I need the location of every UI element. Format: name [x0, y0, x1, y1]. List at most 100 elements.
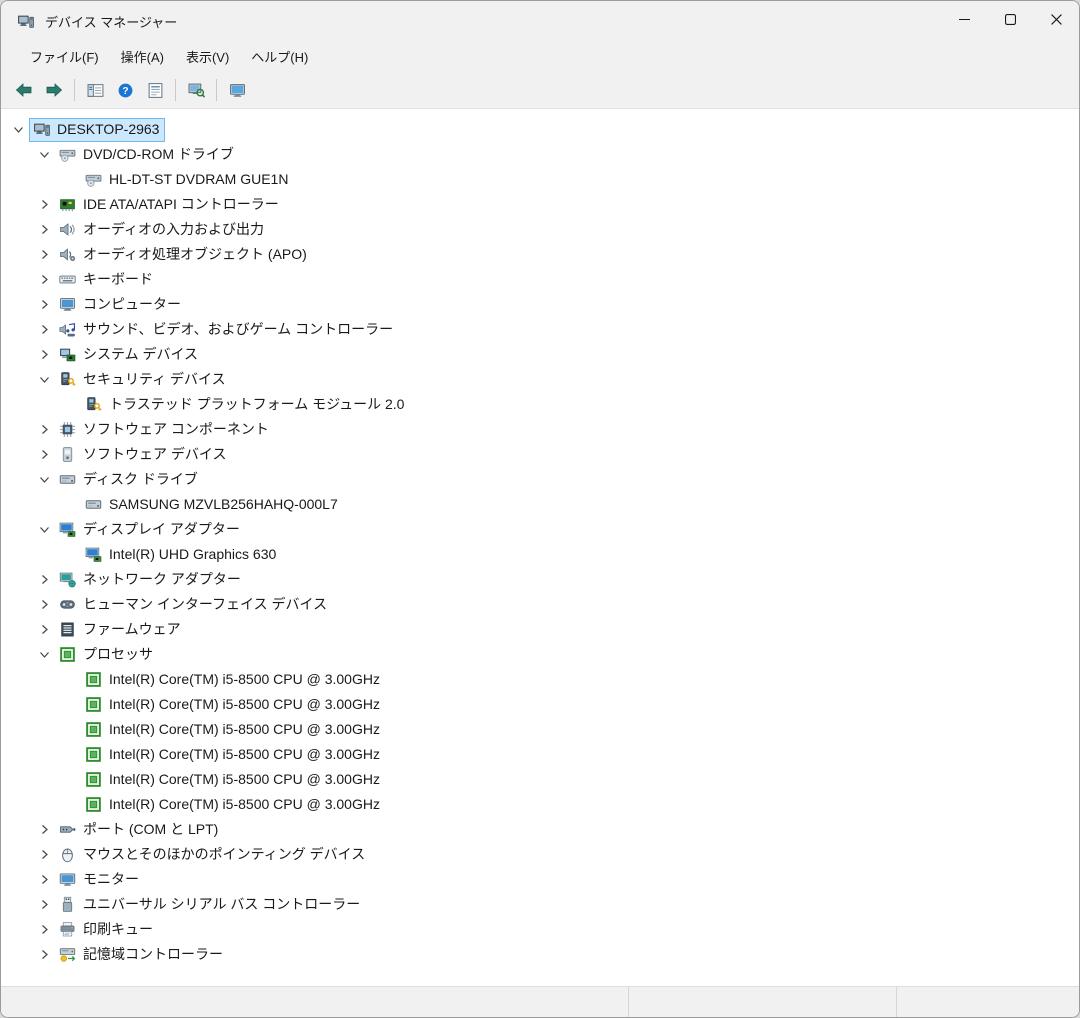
tree-node-content[interactable]: マウスとそのほかのポインティング デバイス — [55, 843, 371, 867]
tree-node-content[interactable]: ファームウェア — [55, 618, 187, 642]
tree-node-content[interactable]: トラステッド プラットフォーム モジュール 2.0 — [81, 393, 410, 417]
tree-node-row[interactable]: プロセッサ — [1, 642, 1079, 667]
tree-node-content[interactable]: ヒューマン インターフェイス デバイス — [55, 593, 333, 617]
tree-node-row[interactable]: Intel(R) Core(TM) i5-8500 CPU @ 3.00GHz — [1, 717, 1079, 742]
chevron-right-icon[interactable] — [33, 317, 55, 342]
tree-node-row[interactable]: DESKTOP-2963 — [1, 117, 1079, 142]
tree-node-content[interactable]: キーボード — [55, 268, 159, 292]
back-arrow-button[interactable] — [9, 76, 39, 104]
tree-node-content[interactable]: ネットワーク アダプター — [55, 568, 247, 592]
scan-hardware-button[interactable] — [181, 76, 211, 104]
tree-node-row[interactable]: オーディオの入力および出力 — [1, 217, 1079, 242]
tree-node-content[interactable]: SAMSUNG MZVLB256HAHQ-000L7 — [81, 493, 344, 517]
tree-node-row[interactable]: 記憶域コントローラー — [1, 942, 1079, 967]
tree-node-row[interactable]: ヒューマン インターフェイス デバイス — [1, 592, 1079, 617]
chevron-down-icon[interactable] — [33, 367, 55, 392]
chevron-right-icon[interactable] — [33, 617, 55, 642]
tree-node-row[interactable]: Intel(R) Core(TM) i5-8500 CPU @ 3.00GHz — [1, 742, 1079, 767]
chevron-right-icon[interactable] — [33, 892, 55, 917]
chevron-down-icon[interactable] — [33, 142, 55, 167]
tree-node-row[interactable]: HL-DT-ST DVDRAM GUE1N — [1, 167, 1079, 192]
tree-node-content[interactable]: Intel(R) UHD Graphics 630 — [81, 543, 282, 567]
chevron-right-icon[interactable] — [33, 217, 55, 242]
tree-node-content[interactable]: Intel(R) Core(TM) i5-8500 CPU @ 3.00GHz — [81, 793, 386, 817]
chevron-down-icon[interactable] — [33, 642, 55, 667]
tree-node-content[interactable]: DVD/CD-ROM ドライブ — [55, 143, 240, 167]
tree-node-row[interactable]: ソフトウェア デバイス — [1, 442, 1079, 467]
tree-node-row[interactable]: オーディオ処理オブジェクト (APO) — [1, 242, 1079, 267]
chevron-right-icon[interactable] — [33, 292, 55, 317]
tree-node-content[interactable]: オーディオ処理オブジェクト (APO) — [55, 243, 313, 267]
tree-node-row[interactable]: ソフトウェア コンポーネント — [1, 417, 1079, 442]
chevron-right-icon[interactable] — [33, 417, 55, 442]
tree-node-row[interactable]: 印刷キュー — [1, 917, 1079, 942]
tree-node-row[interactable]: セキュリティ デバイス — [1, 367, 1079, 392]
chevron-right-icon[interactable] — [33, 592, 55, 617]
properties-button[interactable] — [140, 76, 170, 104]
tree-node-row[interactable]: システム デバイス — [1, 342, 1079, 367]
tree-node-content[interactable]: ユニバーサル シリアル バス コントローラー — [55, 893, 366, 917]
tree-node-content[interactable]: システム デバイス — [55, 343, 204, 367]
chevron-right-icon[interactable] — [33, 817, 55, 842]
close-button[interactable] — [1033, 1, 1079, 41]
tree-node-content[interactable]: IDE ATA/ATAPI コントローラー — [55, 193, 285, 217]
tree-node-row[interactable]: DVD/CD-ROM ドライブ — [1, 142, 1079, 167]
tree-node-row[interactable]: マウスとそのほかのポインティング デバイス — [1, 842, 1079, 867]
tree-node-row[interactable]: SAMSUNG MZVLB256HAHQ-000L7 — [1, 492, 1079, 517]
minimize-button[interactable] — [941, 1, 987, 41]
chevron-right-icon[interactable] — [33, 192, 55, 217]
tree-node-row[interactable]: Intel(R) Core(TM) i5-8500 CPU @ 3.00GHz — [1, 767, 1079, 792]
tree-node-content[interactable]: セキュリティ デバイス — [55, 368, 232, 392]
tree-node-content[interactable]: Intel(R) Core(TM) i5-8500 CPU @ 3.00GHz — [81, 743, 386, 767]
menu-help[interactable]: ヘルプ(H) — [240, 42, 319, 71]
chevron-right-icon[interactable] — [33, 342, 55, 367]
tree-node-content[interactable]: Intel(R) Core(TM) i5-8500 CPU @ 3.00GHz — [81, 668, 386, 692]
tree-node-row[interactable]: トラステッド プラットフォーム モジュール 2.0 — [1, 392, 1079, 417]
chevron-right-icon[interactable] — [33, 942, 55, 967]
chevron-right-icon[interactable] — [33, 567, 55, 592]
tree-node-row[interactable]: サウンド、ビデオ、およびゲーム コントローラー — [1, 317, 1079, 342]
tree-node-row[interactable]: IDE ATA/ATAPI コントローラー — [1, 192, 1079, 217]
chevron-right-icon[interactable] — [33, 842, 55, 867]
chevron-right-icon[interactable] — [33, 867, 55, 892]
chevron-right-icon[interactable] — [33, 267, 55, 292]
tree-node-content[interactable]: 記憶域コントローラー — [55, 943, 229, 967]
tree-node-row[interactable]: ユニバーサル シリアル バス コントローラー — [1, 892, 1079, 917]
tree-node-row[interactable]: ファームウェア — [1, 617, 1079, 642]
chevron-down-icon[interactable] — [7, 117, 29, 142]
tree-node-row[interactable]: ポート (COM と LPT) — [1, 817, 1079, 842]
tree-node-content[interactable]: サウンド、ビデオ、およびゲーム コントローラー — [55, 318, 399, 342]
forward-arrow-button[interactable] — [39, 76, 69, 104]
menu-view[interactable]: 表示(V) — [175, 42, 240, 71]
chevron-down-icon[interactable] — [33, 517, 55, 542]
chevron-down-icon[interactable] — [33, 467, 55, 492]
tree-node-content[interactable]: HL-DT-ST DVDRAM GUE1N — [81, 168, 294, 192]
tree-node-content[interactable]: ソフトウェア デバイス — [55, 443, 232, 467]
maximize-button[interactable] — [987, 1, 1033, 41]
tree-node-content[interactable]: ディスプレイ アダプター — [55, 518, 246, 542]
tree-node-content[interactable]: Intel(R) Core(TM) i5-8500 CPU @ 3.00GHz — [81, 693, 386, 717]
tree-node-content[interactable]: ディスク ドライブ — [55, 468, 204, 492]
tree-node-row[interactable]: Intel(R) Core(TM) i5-8500 CPU @ 3.00GHz — [1, 667, 1079, 692]
chevron-right-icon[interactable] — [33, 242, 55, 267]
tree-node-content[interactable]: DESKTOP-2963 — [29, 118, 165, 142]
tree-node-content[interactable]: Intel(R) Core(TM) i5-8500 CPU @ 3.00GHz — [81, 718, 386, 742]
tree-node-row[interactable]: Intel(R) Core(TM) i5-8500 CPU @ 3.00GHz — [1, 792, 1079, 817]
tree-node-content[interactable]: オーディオの入力および出力 — [55, 218, 270, 242]
tree-node-row[interactable]: Intel(R) UHD Graphics 630 — [1, 542, 1079, 567]
computer-monitor-button[interactable] — [222, 76, 252, 104]
menu-action[interactable]: 操作(A) — [110, 42, 175, 71]
console-tree-button[interactable] — [80, 76, 110, 104]
tree-node-row[interactable]: Intel(R) Core(TM) i5-8500 CPU @ 3.00GHz — [1, 692, 1079, 717]
chevron-right-icon[interactable] — [33, 442, 55, 467]
tree-node-content[interactable]: ソフトウェア コンポーネント — [55, 418, 275, 442]
help-button[interactable]: ? — [110, 76, 140, 104]
tree-node-row[interactable]: ネットワーク アダプター — [1, 567, 1079, 592]
tree-node-content[interactable]: コンピューター — [55, 293, 187, 317]
menu-file[interactable]: ファイル(F) — [19, 42, 110, 71]
tree-node-content[interactable]: 印刷キュー — [55, 918, 159, 942]
tree-node-row[interactable]: コンピューター — [1, 292, 1079, 317]
tree-node-row[interactable]: ディスク ドライブ — [1, 467, 1079, 492]
tree-node-row[interactable]: キーボード — [1, 267, 1079, 292]
tree-node-content[interactable]: ポート (COM と LPT) — [55, 818, 224, 842]
